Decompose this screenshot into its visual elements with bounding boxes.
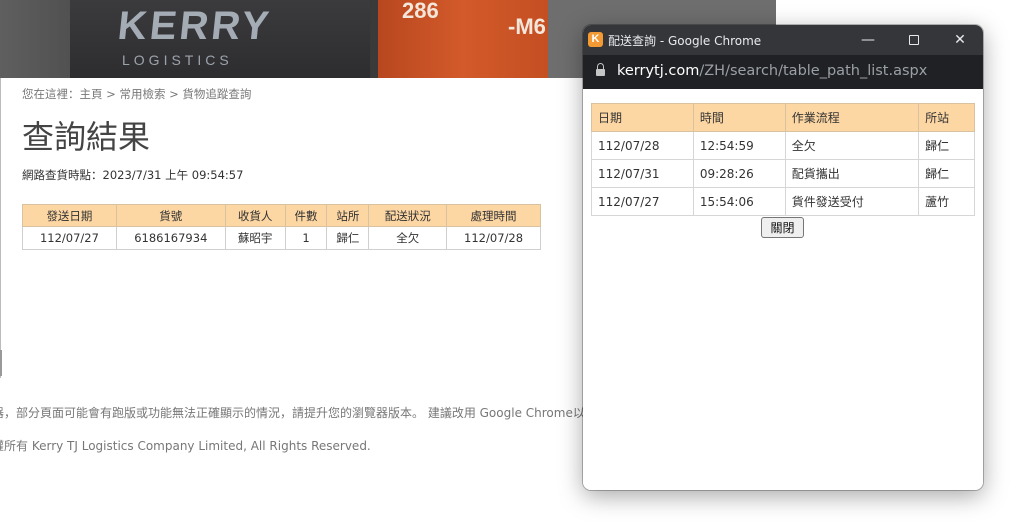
left-divider (0, 78, 1, 378)
cell-process-time: 112/07/28 (446, 226, 541, 250)
minimize-icon: — (861, 32, 875, 48)
copyright-text: 權所有 Kerry TJ Logistics Company Limited, … (0, 439, 371, 453)
column-header-station: 所站 (918, 103, 975, 132)
query-time-text: 網路查貨時點：2023/7/31 上午 09:54:57 (22, 168, 244, 182)
cell-station: 歸仁 (918, 159, 975, 188)
left-scroll-mark (0, 350, 2, 376)
browser-notice-text: 器，部分頁面可能會有跑版或功能無法正確顯示的情況，請提升您的瀏覽器版本。 建議改… (0, 406, 585, 420)
banner-brand-text: KERRY (115, 4, 274, 48)
banner-brand-sub-text: LOGISTICS (122, 52, 233, 68)
column-header-ship-date: 發送日期 (22, 204, 117, 227)
cell-delivery-status[interactable]: 全欠 (368, 226, 448, 250)
cell-date: 112/07/28 (591, 131, 694, 160)
close-icon: ✕ (954, 32, 966, 48)
cell-pieces: 1 (284, 226, 328, 250)
cell-date: 112/07/31 (591, 159, 694, 188)
column-header-pieces: 件數 (284, 204, 328, 227)
cell-time: 15:54:06 (692, 187, 786, 216)
maximize-icon (909, 35, 919, 45)
cell-time: 09:28:26 (692, 159, 786, 188)
address-bar[interactable]: kerrytj.com/ZH/search/table_path_list.as… (583, 55, 983, 89)
column-header-operation: 作業流程 (784, 103, 920, 132)
cell-station: 蘆竹 (918, 187, 975, 216)
cell-operation: 貨件發送受付 (784, 187, 920, 216)
banner-container-number: 286 (402, 0, 439, 23)
maximize-button[interactable] (891, 25, 937, 55)
column-header-station: 站所 (326, 204, 370, 227)
delivery-query-popup-window: K 配送查詢 - Google Chrome — ✕ kerrytj.com/Z… (583, 25, 983, 490)
cell-station: 歸仁 (918, 131, 975, 160)
column-header-tracking-number: 貨號 (115, 204, 226, 227)
table-row: 112/07/27 15:54:06 貨件發送受付 蘆竹 (591, 187, 975, 216)
lock-icon[interactable] (596, 63, 605, 77)
column-header-process-time: 處理時間 (446, 204, 541, 227)
close-button[interactable]: 關閉 (761, 217, 804, 238)
minimize-button[interactable]: — (845, 25, 891, 55)
table-row: 112/07/28 12:54:59 全欠 歸仁 (591, 131, 975, 160)
url-path: /ZH/search/table_path_list.aspx (699, 63, 928, 79)
cell-date: 112/07/27 (591, 187, 694, 216)
window-title: 配送查詢 - Google Chrome (608, 34, 762, 48)
cell-time: 12:54:59 (692, 131, 786, 160)
table-row: 112/07/27 6186167934 蘇昭宇 1 歸仁 全欠 112/07/… (22, 226, 541, 250)
column-header-date: 日期 (591, 103, 694, 132)
cell-station: 歸仁 (326, 226, 370, 250)
banner-container-code: -M6 (508, 14, 546, 39)
column-header-recipient: 收貨人 (224, 204, 286, 227)
breadcrumb: 您在這裡：主頁 > 常用檢索 > 貨物追蹤查詢 (22, 87, 252, 101)
route-table-header-row: 日期 時間 作業流程 所站 (591, 103, 975, 132)
result-table-header-row: 發送日期 貨號 收貨人 件數 站所 配送狀況 處理時間 (22, 204, 541, 227)
delivery-route-table: 日期 時間 作業流程 所站 112/07/28 12:54:59 全欠 歸仁 1… (591, 103, 975, 216)
url-domain: kerrytj.com (617, 63, 700, 79)
close-window-button[interactable]: ✕ (937, 25, 983, 55)
url-text[interactable]: kerrytj.com/ZH/search/table_path_list.as… (617, 63, 927, 79)
cell-tracking-number: 6186167934 (115, 226, 226, 250)
popup-content: 日期 時間 作業流程 所站 112/07/28 12:54:59 全欠 歸仁 1… (583, 89, 983, 490)
column-header-delivery-status: 配送狀況 (368, 204, 448, 227)
kerry-app-icon: K (588, 32, 603, 47)
cell-recipient: 蘇昭宇 (224, 226, 286, 250)
cell-operation: 全欠 (784, 131, 920, 160)
page-title: 查詢結果 (22, 118, 151, 156)
result-table: 發送日期 貨號 收貨人 件數 站所 配送狀況 處理時間 112/07/27 61… (22, 204, 541, 250)
window-titlebar[interactable]: K 配送查詢 - Google Chrome — ✕ (583, 25, 983, 55)
cell-operation: 配貨攜出 (784, 159, 920, 188)
table-row: 112/07/31 09:28:26 配貨攜出 歸仁 (591, 159, 975, 188)
column-header-time: 時間 (692, 103, 786, 132)
cell-ship-date: 112/07/27 (22, 226, 117, 250)
